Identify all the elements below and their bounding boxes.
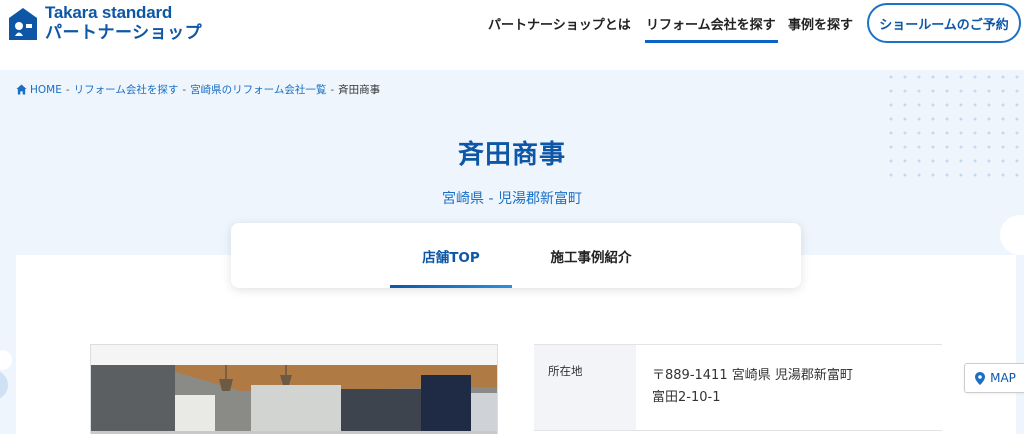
breadcrumb-separator: - [330, 83, 335, 96]
page-title: 斉田商事 [457, 140, 566, 170]
breadcrumb-separator: - [182, 83, 187, 96]
info-label-cell: 所在地 [534, 344, 636, 430]
nav-find-reform-company[interactable]: リフォーム会社を探す [645, 13, 778, 43]
nav-find-cases[interactable]: 事例を探す [788, 13, 853, 39]
breadcrumb-miyazaki-list[interactable]: 宮崎県のリフォーム会社一覧 [190, 82, 326, 97]
circle-decoration [1000, 215, 1024, 255]
home-icon [16, 84, 27, 95]
breadcrumb-find-company[interactable]: リフォーム会社を探す [74, 82, 179, 97]
tab-store-top[interactable]: 店舗TOP [390, 223, 512, 288]
shop-location: 宮崎県 - 児湯郡新富町 [442, 191, 582, 207]
info-value-cell: 〒889-1411 宮崎県 児湯郡新富町 富田2-10-1 MAP [636, 344, 1024, 430]
store-photo [90, 344, 498, 434]
breadcrumb: HOME - リフォーム会社を探す - 宮崎県のリフォーム会社一覧 - 斉田商事 [16, 82, 380, 97]
breadcrumb-home[interactable]: HOME [30, 84, 62, 96]
tab-construction-cases[interactable]: 施工事例紹介 [521, 223, 661, 288]
shop-info-table: 所在地 〒889-1411 宮崎県 児湯郡新富町 富田2-10-1 MAP [534, 344, 1024, 434]
map-button-label: MAP [990, 371, 1016, 385]
store-interior-image [91, 345, 497, 434]
breadcrumb-current: 斉田商事 [338, 84, 381, 96]
logo-house-icon [9, 8, 37, 40]
logo-sub-text: パートナーショップ [45, 23, 203, 43]
circle-decoration [0, 350, 12, 370]
map-pin-icon [975, 371, 986, 385]
tab-bar: 店舗TOP 施工事例紹介 [231, 223, 801, 288]
showroom-reservation-button[interactable]: ショールームのご予約 [867, 3, 1021, 43]
address-label: 所在地 [548, 364, 583, 378]
logo-brand-text: Takara standard [45, 3, 173, 22]
site-logo[interactable]: Takara standard パートナーショップ [8, 4, 202, 44]
address-value: 〒889-1411 宮崎県 児湯郡新富町 富田2-10-1 [652, 368, 853, 405]
circle-decoration [0, 370, 8, 400]
row-divider [534, 430, 942, 431]
map-button[interactable]: MAP [964, 363, 1024, 393]
site-header: Takara standard パートナーショップ パートナーショップとは リフ… [0, 0, 1024, 70]
nav-about-partner-shop[interactable]: パートナーショップとは [488, 13, 631, 39]
breadcrumb-separator: - [65, 83, 70, 96]
